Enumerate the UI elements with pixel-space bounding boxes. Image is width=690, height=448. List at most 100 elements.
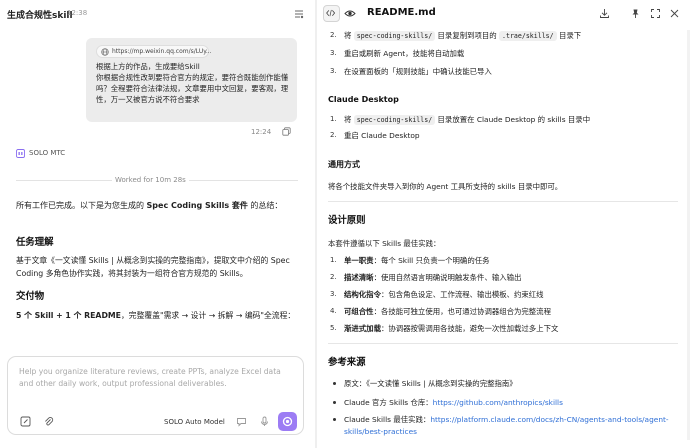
design-item: 结构化指令：包含角色设定、工作流程、输出模板、约束红线 [344, 289, 544, 300]
copy-icon[interactable] [282, 127, 291, 136]
inline-code: .trae/skills/ [499, 31, 557, 41]
mic-icon[interactable] [259, 416, 270, 427]
summary-prefix: 所有工作已完成。以下是为您生成的 [16, 201, 147, 210]
chat-icon[interactable] [236, 416, 247, 427]
deliverables-rest: ，完整覆盖"需求 → 设计 → 拆解 → 编码"全流程： [121, 311, 296, 320]
composer[interactable]: Help you organize literature reviews, cr… [7, 356, 304, 435]
design-item-title: 描述清晰 [344, 273, 374, 282]
section-divider [328, 201, 678, 202]
general-heading: 通用方式 [328, 160, 360, 169]
design-item-text: ：包含角色设定、工作流程、输出模板、约束红线 [380, 290, 544, 299]
message-timestamp: 12:24 [251, 128, 272, 136]
reference-link-continued[interactable]: skills/best-practices [344, 427, 417, 436]
design-item: 单一职责：每个 Skill 只负责一个明确的任务 [344, 255, 490, 266]
list-bullet [333, 418, 336, 421]
summary-suffix: 的总结： [247, 201, 283, 210]
step-number: 1. [330, 115, 337, 123]
step-number: 2. [330, 131, 337, 139]
chat-pane: 生成合规性skill 12:38 https://mp.weixin.qq.co… [0, 0, 315, 448]
send-icon [282, 416, 293, 427]
inline-code: spec-coding-skills/ [353, 31, 436, 41]
references-heading: 参考来源 [328, 357, 366, 368]
globe-icon [101, 48, 109, 56]
agent-name: SOLO MTC [29, 149, 66, 157]
design-item-text: ：协调器按需调用各技能，避免一次性加载过多上下文 [380, 324, 559, 333]
fullscreen-icon[interactable] [650, 8, 661, 19]
section-divider [328, 343, 678, 344]
deliverables-heading: 交付物 [16, 291, 45, 302]
close-icon[interactable] [669, 8, 680, 19]
eye-icon[interactable] [344, 8, 356, 19]
step-number: 2. [330, 31, 337, 39]
message-text: 根据上方的作品，生成要给Skill 你根据合规性改到要符合官方的规定，要符合既能… [96, 61, 292, 105]
claude-step-2: 重启 Claude Desktop [344, 131, 420, 140]
step-text: 将 [344, 31, 354, 40]
list-bullet [333, 382, 336, 385]
file-title: README.md [367, 7, 436, 18]
pin-icon[interactable] [630, 8, 641, 19]
model-selector[interactable]: SOLO Auto Model [164, 418, 225, 426]
message-line-2: 你根据合规性改到要符合官方的规定，要符合既能创作能懂吗？全程要符合法律法规，文章… [96, 73, 289, 104]
step-text: 目录下 [556, 31, 582, 40]
send-button[interactable] [278, 412, 297, 431]
step-number: 3. [330, 67, 337, 75]
design-item-text: ：各技能可独立使用，也可通过协调器组合为完整流程 [373, 307, 551, 316]
claude-desktop-heading: Claude Desktop [328, 95, 399, 104]
summary-text: 所有工作已完成。以下是为您生成的 Spec Coding Skills 套件 的… [16, 200, 282, 211]
user-message-bubble: https://mp.weixin.qq.com/s/LUy... 根据上方的作… [86, 38, 297, 122]
reference-label: Claude Skills 最佳实践： [344, 415, 431, 424]
design-item-title: 单一职责 [344, 256, 374, 265]
reference-item: Claude 官方 Skills 仓库：https://github.com/a… [344, 397, 563, 408]
reference-link[interactable]: https://platform.claude.com/docs/zh-CN/a… [430, 415, 668, 424]
general-text: 将各个技能文件夹导入到你的 Agent 工具所支持的 skills 目录中即可。 [328, 182, 563, 191]
design-item-title: 渐进式加载 [344, 324, 381, 333]
menu-icon[interactable] [293, 8, 305, 20]
chat-title: 生成合规性skill [7, 11, 73, 21]
design-item-text: ：使用自然语言明确说明触发条件、输入输出 [373, 273, 522, 282]
reference-text: 《一文读懂 Skills | 从概念到实操的完整指南》 [366, 379, 517, 388]
design-item: 描述清晰：使用自然语言明确说明触发条件、输入输出 [344, 272, 521, 283]
reference-link[interactable]: https://github.com/anthropics/skills [433, 398, 563, 407]
design-item-title: 结构化指令 [344, 290, 381, 299]
summary-bold: Spec Coding Skills 套件 [146, 201, 248, 210]
design-item-text: ：每个 Skill 只负责一个明确的任务 [373, 256, 490, 265]
link-chip[interactable]: https://mp.weixin.qq.com/s/LUy... [96, 45, 212, 58]
link-url[interactable]: https://mp.weixin.qq.com/s/LUy... [112, 48, 212, 55]
readme-pane: README.md 2. 将 spec-coding-skills/ 目录复制到… [317, 0, 690, 448]
step-text: 将 [344, 115, 354, 124]
readme-header: README.md [317, 0, 690, 28]
message-line-1: 根据上方的作品，生成要给Skill [96, 62, 200, 71]
step-number: 4. [330, 307, 337, 315]
design-item: 渐进式加载：协调器按需调用各技能，避免一次性加载过多上下文 [344, 323, 558, 334]
deliverables-text: 5 个 Skill + 1 个 README，完整覆盖"需求 → 设计 → 拆解… [16, 309, 306, 322]
design-heading: 设计原则 [328, 215, 366, 226]
composer-input[interactable]: Help you organize literature reviews, cr… [19, 366, 289, 390]
step-text: 目录复制到项目的 [435, 31, 500, 40]
trae-step-2: 将 spec-coding-skills/ 目录复制到项目的 .trae/ski… [344, 30, 581, 41]
expand-icon[interactable] [20, 416, 31, 427]
step-number: 3. [330, 49, 337, 57]
reference-label: Claude 官方 Skills 仓库： [344, 398, 433, 407]
chat-timestamp: 12:38 [67, 9, 88, 17]
step-number: 3. [330, 290, 337, 298]
step-number: 2. [330, 273, 337, 281]
list-bullet [333, 401, 336, 404]
reference-link[interactable]: skills/best-practices [344, 427, 417, 436]
code-view-toggle[interactable] [323, 5, 340, 22]
reference-item: Claude Skills 最佳实践：https://platform.clau… [344, 414, 669, 425]
design-intro: 本套件遵循以下 Skills 最佳实践： [328, 239, 441, 248]
download-icon[interactable] [599, 8, 610, 19]
trae-step-3: 重启或刷新 Agent，技能将自动加载 [344, 49, 465, 58]
step-number: 5. [330, 324, 337, 332]
inline-code: spec-coding-skills/ [353, 115, 436, 125]
code-icon [326, 9, 336, 17]
task-text: 基于文章《一文读懂 Skills | 从概念到实操的完整指南》，提取文中介绍的 … [16, 256, 290, 278]
design-item: 可组合性：各技能可独立使用，也可通过协调器组合为完整流程 [344, 306, 551, 317]
design-item-title: 可组合性 [344, 307, 374, 316]
worked-duration[interactable]: Worked for 10m 28s [112, 176, 189, 184]
chat-header: 生成合规性skill 12:38 [0, 0, 315, 28]
trae-step-4: 在设置面板的「规则技能」中确认技能已导入 [344, 67, 492, 76]
reference-item: 原文：《一文读懂 Skills | 从概念到实操的完整指南》 [344, 378, 517, 389]
attach-icon[interactable] [43, 416, 54, 427]
step-text: 目录放置在 Claude Desktop 的 skills 目录中 [435, 115, 591, 124]
